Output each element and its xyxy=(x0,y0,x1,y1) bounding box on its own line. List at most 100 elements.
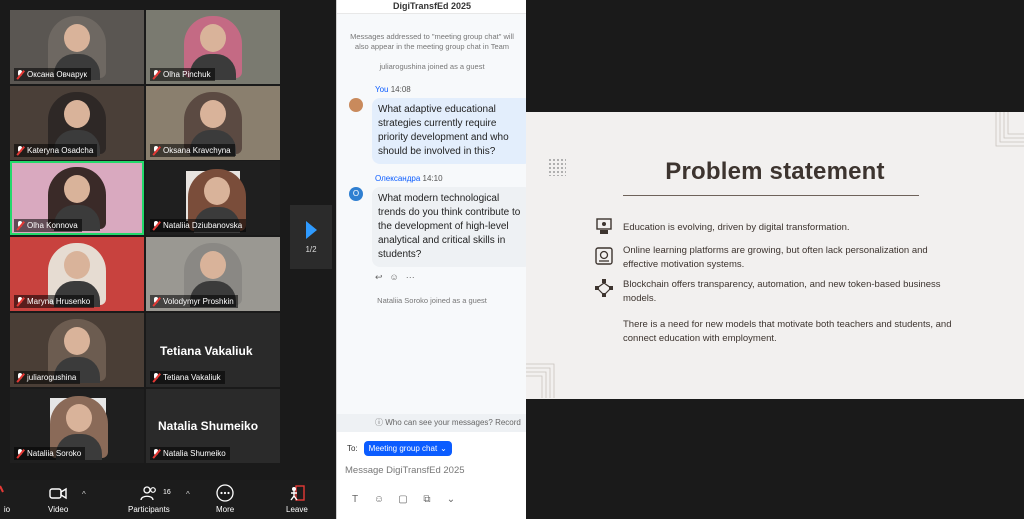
participant-name-bar: Volodymyr Proshkin xyxy=(150,295,238,308)
participant-name: Tetiana Vakaliuk xyxy=(163,373,221,382)
mic-muted-icon xyxy=(152,70,160,79)
message-time: 14:08 xyxy=(390,85,411,94)
video-tile[interactable]: Kateryna Osadcha xyxy=(10,86,144,160)
participants-options-caret-icon[interactable]: ^ xyxy=(186,490,190,499)
participant-photo xyxy=(186,169,246,233)
bullet-text: Education is evolving, driven by digital… xyxy=(623,222,850,233)
participant-name-bar: Natalia Shumeiko xyxy=(150,447,230,460)
video-label: Video xyxy=(48,505,69,514)
mic-muted-icon xyxy=(0,484,16,502)
chat-notice-line: also appear in the meeting group chat in… xyxy=(354,42,510,51)
chevron-down-icon[interactable]: ⌄ xyxy=(439,494,463,505)
participant-name-bar: Nataliia Soroko xyxy=(14,447,86,460)
meeting-toolbar: io Video ^ Participants 16 ^ More Leave xyxy=(0,480,336,519)
audio-label: io xyxy=(3,505,11,514)
participant-name-bar: Nataliia Dziubanovska xyxy=(150,219,247,232)
participant-name: Volodymyr Proshkin xyxy=(163,297,234,306)
leave-label: Leave xyxy=(286,505,308,514)
arrow-right-icon xyxy=(305,220,317,239)
sender-name: Олександра xyxy=(375,174,421,183)
mic-muted-icon xyxy=(16,146,24,155)
video-tile[interactable]: Volodymyr Proshkin xyxy=(146,237,280,311)
digital-learning-icon xyxy=(596,218,612,234)
participants-icon xyxy=(140,484,158,502)
participant-name-bar: Olha Konnova xyxy=(14,219,82,232)
participant-name: Nataliia Dziubanovska xyxy=(163,221,243,230)
shared-slide: Problem statement Education is evolving,… xyxy=(526,112,1024,399)
to-label: To: xyxy=(347,444,358,453)
page-indicator: 1/2 xyxy=(305,244,317,254)
mic-muted-icon xyxy=(16,373,24,382)
mic-muted-icon xyxy=(16,221,24,230)
avatar[interactable] xyxy=(349,98,363,112)
participant-name: Kateryna Osadcha xyxy=(27,146,94,155)
next-page-button[interactable]: 1/2 xyxy=(290,205,332,269)
participant-name: Natalia Shumeiko xyxy=(163,449,226,458)
file-icon[interactable]: ▢ xyxy=(391,494,415,505)
video-tile-no-video[interactable]: Tetiana Vakaliuk Tetiana Vakaliuk xyxy=(146,313,280,387)
decorative-lines xyxy=(995,112,1024,147)
video-tile[interactable]: Nataliia Dziubanovska xyxy=(146,161,280,235)
video-tile[interactable]: Olha Pinchuk xyxy=(146,10,280,84)
participant-name-bar: juliarogushina xyxy=(14,371,81,384)
chat-title: DigiTransfEd 2025 xyxy=(337,0,527,14)
participant-name-bar: Oksana Kravchyna xyxy=(150,144,235,157)
blockchain-icon xyxy=(595,279,613,297)
participant-display-name: Tetiana Vakaliuk xyxy=(160,344,253,358)
participant-name-bar: Maryna Hrusenko xyxy=(14,295,95,308)
mic-muted-icon xyxy=(16,70,24,79)
join-notice: juliarogushina joined as a guest xyxy=(379,62,485,71)
chat-message[interactable]: What modern technological trends do you … xyxy=(372,187,527,267)
more-options-icon[interactable]: ··· xyxy=(406,272,415,283)
participant-name: Maryna Hrusenko xyxy=(27,297,91,306)
reply-icon[interactable]: ↩ xyxy=(375,272,383,283)
video-tile[interactable]: juliarogushina xyxy=(10,313,144,387)
participant-name: Olha Konnova xyxy=(27,221,78,230)
text-format-icon[interactable]: T xyxy=(343,494,367,505)
video-tile-active-speaker[interactable]: Olha Konnova xyxy=(10,161,144,235)
video-button[interactable]: Video xyxy=(48,484,68,514)
emoji-reaction-icon[interactable]: ☺ xyxy=(390,272,399,283)
video-tile[interactable]: Оксана Овчарук xyxy=(10,10,144,84)
participant-name: Nataliia Soroko xyxy=(27,449,82,458)
message-sender: Олександра 14:10 xyxy=(375,174,443,183)
more-label: More xyxy=(216,505,235,514)
video-tile[interactable]: Maryna Hrusenko xyxy=(10,237,144,311)
bullet-text: There is a need for new models that moti… xyxy=(623,319,952,344)
mic-muted-icon xyxy=(152,146,160,155)
emoji-icon[interactable]: ☺ xyxy=(367,494,391,505)
message-input[interactable] xyxy=(345,462,521,478)
chat-messages[interactable]: Messages addressed to "meeting group cha… xyxy=(337,14,527,414)
video-tile-no-video[interactable]: Natalia Shumeiko Natalia Shumeiko xyxy=(146,389,280,463)
message-actions: ↩ ☺ ··· xyxy=(375,272,415,283)
participant-name: Oksana Kravchyna xyxy=(163,146,231,155)
recipient-row: To: Meeting group chat ⌄ xyxy=(347,441,452,456)
participant-name-bar: Kateryna Osadcha xyxy=(14,144,98,157)
more-button[interactable]: More xyxy=(216,484,234,514)
avatar[interactable]: O xyxy=(349,187,363,201)
video-tile[interactable]: Oksana Kravchyna xyxy=(146,86,280,160)
screenshot-icon[interactable]: ⧉ xyxy=(415,494,439,505)
video-options-caret-icon[interactable]: ^ xyxy=(82,490,86,499)
participant-name-bar: Tetiana Vakaliuk xyxy=(150,371,225,384)
chat-notice-line: Messages addressed to "meeting group cha… xyxy=(350,32,514,41)
leave-button[interactable]: Leave xyxy=(286,484,308,514)
sender-name: You xyxy=(375,85,389,94)
participant-name: juliarogushina xyxy=(27,373,77,382)
chat-panel: DigiTransfEd 2025 Messages addressed to … xyxy=(336,0,527,519)
mic-muted-icon xyxy=(152,297,160,306)
bullet-text: Online learning platforms are growing, b… xyxy=(623,245,928,270)
mic-muted-icon xyxy=(152,221,160,230)
video-tile[interactable]: Nataliia Soroko xyxy=(10,389,144,463)
mic-muted-icon xyxy=(16,297,24,306)
message-time: 14:10 xyxy=(422,174,443,183)
recipient-dropdown[interactable]: Meeting group chat ⌄ xyxy=(363,441,452,456)
info-icon: ⓘ xyxy=(375,418,386,427)
mic-muted-icon xyxy=(152,449,160,458)
message-sender: You 14:08 xyxy=(375,85,411,94)
chat-message[interactable]: What adaptive educational strategies cur… xyxy=(372,98,527,164)
participant-display-name: Natalia Shumeiko xyxy=(158,419,259,433)
who-can-see-link[interactable]: ⓘ Who can see your messages? Record xyxy=(337,414,527,432)
title-divider xyxy=(623,195,919,196)
audio-button[interactable]: io xyxy=(0,484,16,514)
